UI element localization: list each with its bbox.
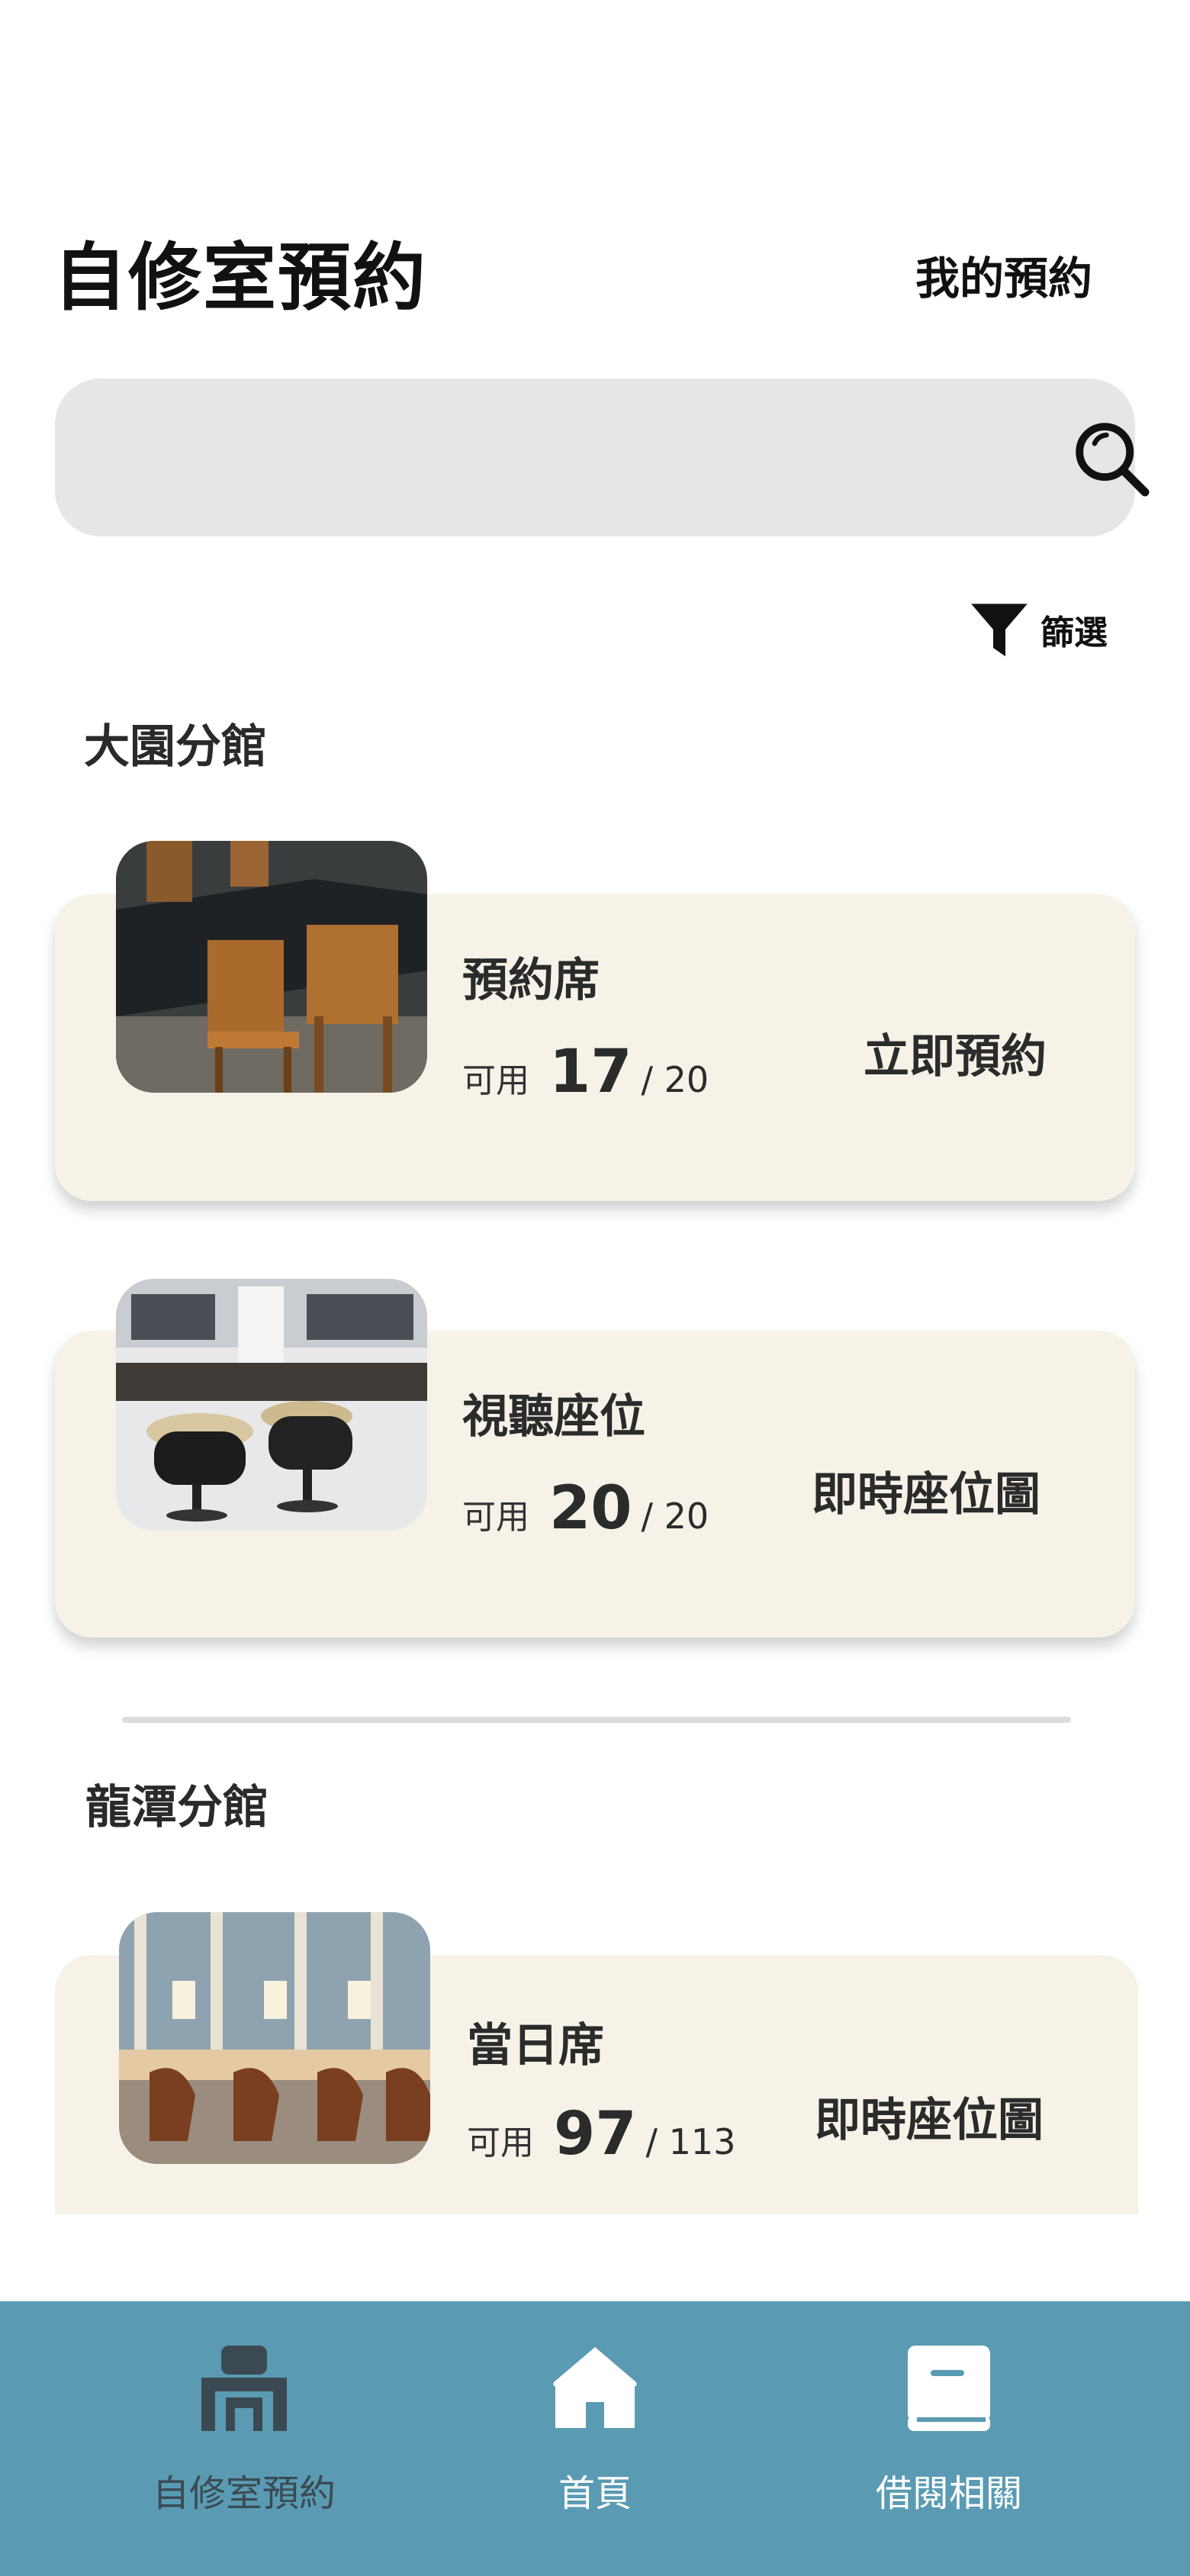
- section-divider: [122, 1717, 1071, 1723]
- search-input[interactable]: [101, 378, 1004, 538]
- seat-type-name: 視聽座位: [462, 1390, 645, 1444]
- branch-title: 大園分館: [84, 720, 267, 774]
- desk-icon: [201, 2346, 287, 2431]
- nav-label: 自修室預約: [152, 2472, 336, 2515]
- filter-label: 篩選: [1040, 613, 1108, 652]
- availability: 可用 20 / 20: [462, 1474, 709, 1543]
- my-reservations-link[interactable]: 我的預約: [915, 243, 1092, 307]
- seat-photo: [116, 841, 427, 1093]
- available-count: 97: [554, 2100, 637, 2169]
- live-seat-map-button[interactable]: 即時座位圖: [812, 1457, 1040, 1524]
- nav-item-study-room[interactable]: 自修室預約: [46, 2301, 442, 2576]
- available-label: 可用: [462, 1061, 529, 1100]
- search-bar[interactable]: [55, 378, 1150, 538]
- seat-photo: [119, 1912, 430, 2164]
- total-count: / 113: [645, 2121, 736, 2162]
- seat-type-name: 預約席: [462, 954, 600, 1007]
- nav-item-home[interactable]: 首頁: [397, 2301, 793, 2576]
- search-icon[interactable]: [1069, 417, 1153, 501]
- live-seat-map-button[interactable]: 即時座位圖: [815, 2083, 1044, 2149]
- book-icon: [908, 2346, 990, 2431]
- funnel-icon: [971, 604, 1028, 657]
- available-label: 可用: [462, 1498, 529, 1537]
- available-count: 17: [549, 1038, 632, 1106]
- page-title: 自修室預約: [53, 235, 427, 320]
- total-count: / 20: [641, 1496, 709, 1537]
- availability: 可用 17 / 20: [462, 1038, 709, 1106]
- nav-label: 首頁: [558, 2472, 632, 2515]
- bottom-nav: 自修室預約 首頁 借閱相關: [0, 2301, 1190, 2576]
- home-icon: [553, 2347, 637, 2428]
- seat-photo: [116, 1279, 427, 1531]
- available-label: 可用: [467, 2124, 534, 2162]
- reserve-now-button[interactable]: 立即預約: [864, 1019, 1047, 1086]
- nav-item-borrowing[interactable]: 借閱相關: [751, 2301, 1147, 2576]
- filter-button[interactable]: 篩選: [969, 595, 1108, 664]
- available-count: 20: [549, 1474, 632, 1543]
- branch-title: 龍潭分館: [85, 1781, 269, 1834]
- total-count: / 20: [641, 1059, 709, 1100]
- seat-type-name: 當日席: [467, 2019, 604, 2072]
- nav-label: 借閱相關: [875, 2472, 1022, 2515]
- availability: 可用 97 / 113: [467, 2100, 735, 2169]
